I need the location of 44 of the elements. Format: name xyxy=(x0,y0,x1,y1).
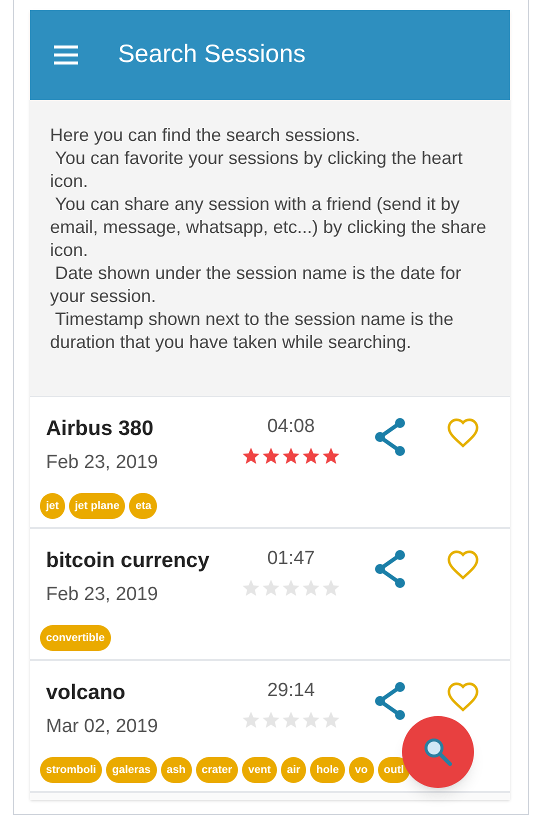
session-name: volcano xyxy=(46,680,126,706)
app-title: Search Sessions xyxy=(118,39,306,70)
tag-chip: ash xyxy=(160,757,192,783)
star-icon xyxy=(241,446,261,466)
star-icon xyxy=(301,446,321,466)
tag-chip: galeras xyxy=(106,757,157,783)
session-date: Feb 23, 2019 xyxy=(46,450,159,474)
star-icon xyxy=(281,710,301,730)
share-icon[interactable] xyxy=(372,417,408,457)
session-name: Airbus 380 xyxy=(46,416,154,442)
session-duration: 01:47 xyxy=(267,547,315,571)
star-icon xyxy=(281,446,301,466)
session-date: Feb 23, 2019 xyxy=(46,582,159,606)
tag-chip: stromboli xyxy=(40,757,102,783)
tag-chip: jet plane xyxy=(68,493,126,519)
star-icon xyxy=(281,578,301,598)
star-icon xyxy=(321,446,341,466)
session-card[interactable]: Airbus 380 Feb 23, 2019 04:08 jet jet plane eta xyxy=(30,397,510,529)
tag-chip: air xyxy=(280,757,306,783)
intro-text: Here you can find the search sessions. You can favorite your sessions by clicking the heart icon. You can share any session with a friend (send it by email, message, whatsapp, etc...) by clicking the share icon. Date shown under the session name is the date for your session. Timestamp shown next to the session name is the duration that you have taken while searching. xyxy=(50,124,488,354)
session-card[interactable]: volcano Mar 02, 2019 29:14 stromboli galeras ash crater vent air hole vo outl xyxy=(30,661,510,793)
share-icon[interactable] xyxy=(372,549,408,589)
star-icon xyxy=(301,710,321,730)
share-icon[interactable] xyxy=(372,681,408,721)
tag-chip: eta xyxy=(129,493,158,519)
tag-chip: jet xyxy=(40,493,65,519)
session-card[interactable]: bitcoin currency Feb 23, 2019 01:47 convertible xyxy=(30,529,510,661)
star-icon xyxy=(261,578,281,598)
star-icon xyxy=(261,710,281,730)
session-name: bitcoin currency xyxy=(46,548,210,574)
tag-chip: vo xyxy=(348,757,374,783)
session-date: Mar 02, 2019 xyxy=(46,714,159,738)
session-duration: 04:08 xyxy=(267,415,315,439)
star-icon xyxy=(301,578,321,598)
star-icon xyxy=(321,578,341,598)
session-duration: 29:14 xyxy=(267,679,315,703)
tag-chip: hole xyxy=(310,757,345,783)
star-icon xyxy=(321,710,341,730)
tag-chip: convertible xyxy=(40,625,111,651)
star-icon xyxy=(241,578,261,598)
star-icon xyxy=(261,446,281,466)
tag-chip: vent xyxy=(242,757,277,783)
tag-chip: crater xyxy=(196,757,238,783)
star-icon xyxy=(241,710,261,730)
